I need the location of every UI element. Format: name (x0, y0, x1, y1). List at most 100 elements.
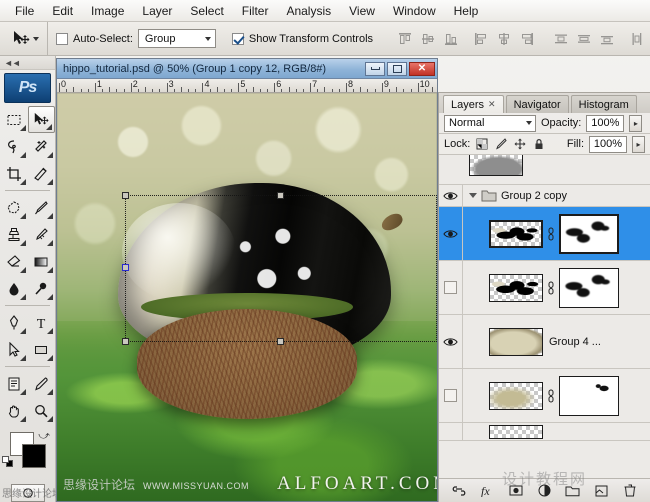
lock-position-icon[interactable] (513, 137, 527, 151)
document-title-bar[interactable]: hippo_tutorial.psd @ 50% (Group 1 copy 1… (57, 59, 437, 79)
menu-item-layer[interactable]: Layer (133, 2, 181, 20)
layer-thumbnail[interactable] (489, 424, 543, 439)
align-right-edges-button[interactable] (517, 29, 537, 49)
align-vertical-centers-button[interactable] (418, 29, 438, 49)
new-group-icon[interactable] (564, 483, 582, 499)
distribute-vertical-centers-button[interactable] (574, 29, 594, 49)
layer-mask-thumbnail[interactable] (559, 375, 619, 416)
lasso-tool[interactable] (0, 133, 28, 160)
tool-preset-chevron-down-icon[interactable] (33, 36, 39, 41)
layer-visibility-toggle[interactable] (439, 423, 463, 440)
auto-select-checkbox[interactable] (56, 32, 68, 45)
align-bottom-edges-button[interactable] (441, 29, 461, 49)
menu-item-file[interactable]: File (6, 2, 43, 20)
pen-tool[interactable] (0, 309, 28, 336)
blur-tool[interactable] (0, 275, 28, 302)
layer-row-hidden-splatter[interactable] (439, 261, 650, 315)
fill-stepper[interactable]: ▸ (632, 135, 645, 153)
show-transform-controls-checkbox[interactable] (231, 32, 244, 45)
auto-select-scope-dropdown[interactable]: Group (137, 29, 216, 48)
brush-tool[interactable] (28, 194, 56, 221)
notes-tool[interactable] (0, 370, 28, 397)
history-brush-tool[interactable] (28, 221, 56, 248)
patch-tool[interactable] (0, 194, 28, 221)
distribute-top-edges-button[interactable] (551, 29, 571, 49)
new-adjustment-layer-icon[interactable] (535, 483, 553, 499)
path-selection-tool[interactable] (0, 336, 28, 363)
opacity-input[interactable]: 100% (586, 114, 625, 132)
layer-row-partial[interactable] (439, 155, 650, 185)
layer-row-selected[interactable] (439, 207, 650, 261)
layers-list[interactable]: Group 2 copy Group 4 ... (439, 155, 650, 478)
minimize-button[interactable] (365, 61, 385, 76)
magic-wand-tool[interactable] (28, 133, 56, 160)
dodge-tool[interactable] (28, 275, 56, 302)
eyedropper-tool[interactable] (28, 370, 56, 397)
layer-row-partial-bottom[interactable] (439, 423, 650, 441)
tab-layers[interactable]: Layers ✕ (443, 95, 504, 113)
layer-visibility-toggle[interactable] (439, 315, 463, 368)
maximize-button[interactable] (387, 61, 407, 76)
align-top-edges-button[interactable] (395, 29, 415, 49)
delete-layer-icon[interactable] (621, 483, 639, 499)
menu-item-edit[interactable]: Edit (43, 2, 82, 20)
group-expand-triangle-icon[interactable] (469, 193, 477, 198)
layer-mask-thumbnail[interactable] (559, 267, 619, 308)
fill-input[interactable]: 100% (589, 135, 627, 153)
layer-visibility-toggle[interactable] (439, 261, 463, 314)
clone-stamp-tool[interactable] (0, 221, 28, 248)
layer-visibility-toggle[interactable] (439, 207, 463, 260)
eraser-tool[interactable] (0, 248, 28, 275)
type-tool[interactable]: T (28, 309, 56, 336)
menu-item-image[interactable]: Image (82, 2, 133, 20)
link-icon[interactable] (546, 280, 556, 296)
lock-transparent-pixels-icon[interactable] (475, 137, 489, 151)
layer-thumbnail[interactable] (489, 219, 543, 248)
align-left-edges-button[interactable] (471, 29, 491, 49)
layer-thumbnail[interactable] (489, 273, 543, 302)
tab-navigator[interactable]: Navigator (505, 95, 569, 113)
active-tool-selector[interactable] (0, 22, 48, 55)
menu-item-view[interactable]: View (340, 2, 384, 20)
move-tool[interactable] (27, 106, 55, 133)
image-canvas[interactable]: 思缘设计论坛 WWW.MISSYUAN.COM ALFOART.COM (57, 93, 437, 501)
layer-thumbnail[interactable] (489, 327, 543, 356)
layer-style-fx-icon[interactable]: fx (479, 483, 497, 499)
distribute-bottom-edges-button[interactable] (597, 29, 617, 49)
layer-visibility-toggle[interactable] (439, 185, 463, 206)
lock-all-icon[interactable] (532, 137, 546, 151)
menu-item-window[interactable]: Window (384, 2, 445, 20)
gradient-tool[interactable] (28, 248, 56, 275)
hand-tool[interactable] (0, 397, 28, 424)
slice-tool[interactable] (28, 160, 56, 187)
swap-colors-icon[interactable]: ⤻ (38, 430, 50, 443)
close-icon[interactable]: ✕ (488, 99, 496, 110)
layer-thumbnail[interactable] (469, 155, 523, 176)
zoom-tool[interactable] (28, 397, 56, 424)
link-icon[interactable] (546, 388, 556, 404)
default-colors-icon[interactable] (2, 456, 13, 467)
menu-item-select[interactable]: Select (181, 2, 232, 20)
link-icon[interactable] (546, 226, 556, 242)
opacity-stepper[interactable]: ▸ (629, 114, 643, 132)
double-left-chevron-icon[interactable]: ◄◄ (4, 58, 21, 68)
menu-item-help[interactable]: Help (445, 2, 488, 20)
add-layer-mask-icon[interactable] (507, 483, 525, 499)
menu-item-filter[interactable]: Filter (233, 2, 278, 20)
toolbox-collapse-bar[interactable]: ◄◄ (0, 56, 55, 70)
layer-row-group-4[interactable]: Group 4 ... (439, 315, 650, 369)
layer-row-tail[interactable] (439, 369, 650, 423)
link-layers-icon[interactable] (450, 483, 468, 499)
blend-mode-dropdown[interactable]: Normal (444, 114, 536, 132)
align-horizontal-centers-button[interactable] (494, 29, 514, 49)
layer-row-group-2-copy[interactable]: Group 2 copy (439, 185, 650, 207)
rectangular-marquee-tool[interactable] (0, 106, 28, 133)
menu-item-analysis[interactable]: Analysis (277, 2, 340, 20)
background-color-swatch[interactable] (22, 444, 46, 468)
horizontal-ruler[interactable]: 0 1 2 3 4 5 6 7 8 9 10 (57, 79, 437, 93)
layer-visibility-toggle[interactable] (439, 369, 463, 422)
crop-tool[interactable] (0, 160, 28, 187)
distribute-left-edges-button[interactable] (627, 29, 647, 49)
rectangle-tool[interactable] (28, 336, 56, 363)
tab-histogram[interactable]: Histogram (570, 95, 637, 113)
